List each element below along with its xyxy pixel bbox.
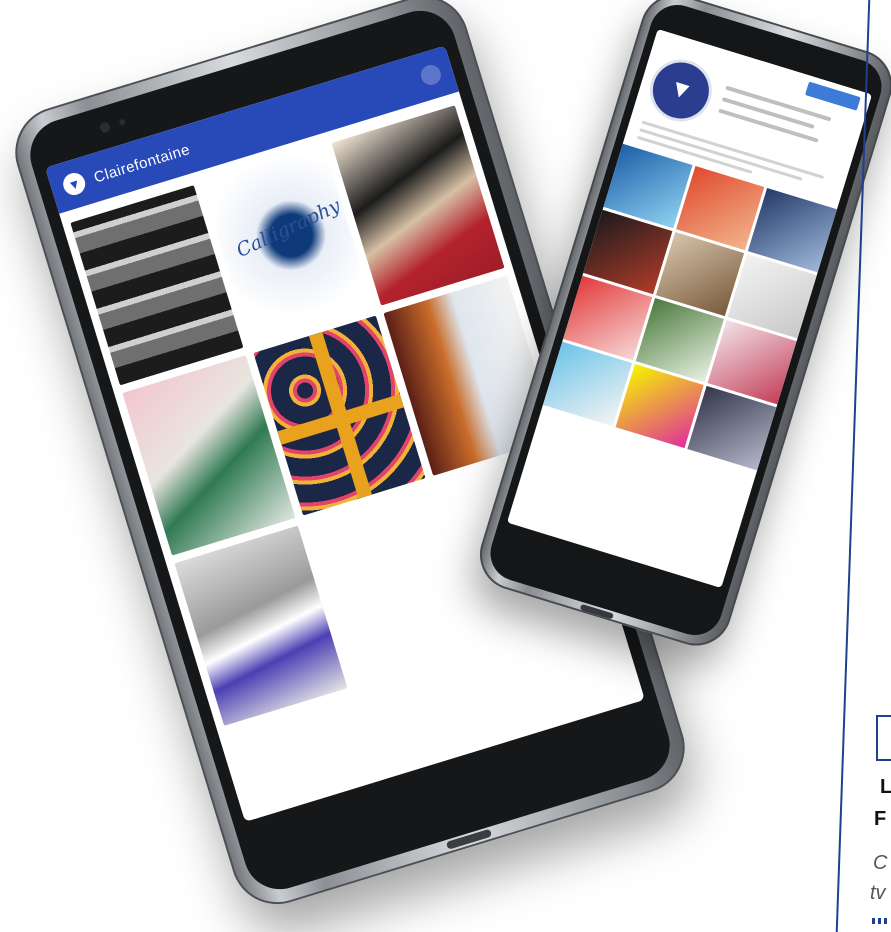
product-photo: ▼ Clairefontaine Calligraphy ▼ L F C tv bbox=[0, 0, 891, 932]
edge-heading-letter: L bbox=[880, 776, 891, 798]
edge-heading-letter: F bbox=[874, 808, 887, 830]
brand-logo-icon: ▼ bbox=[60, 170, 88, 198]
phone-screen: ▼ bbox=[506, 29, 873, 588]
edge-dots bbox=[872, 918, 890, 924]
avatar[interactable]: ▼ bbox=[645, 55, 716, 126]
edge-body-letter: C bbox=[873, 852, 888, 874]
photo-feed bbox=[507, 143, 837, 588]
tile-caption: Calligraphy bbox=[232, 194, 344, 263]
edge-frame bbox=[876, 715, 891, 761]
overflow-menu-icon[interactable] bbox=[418, 62, 444, 88]
edge-body-letter: tv bbox=[870, 882, 886, 904]
